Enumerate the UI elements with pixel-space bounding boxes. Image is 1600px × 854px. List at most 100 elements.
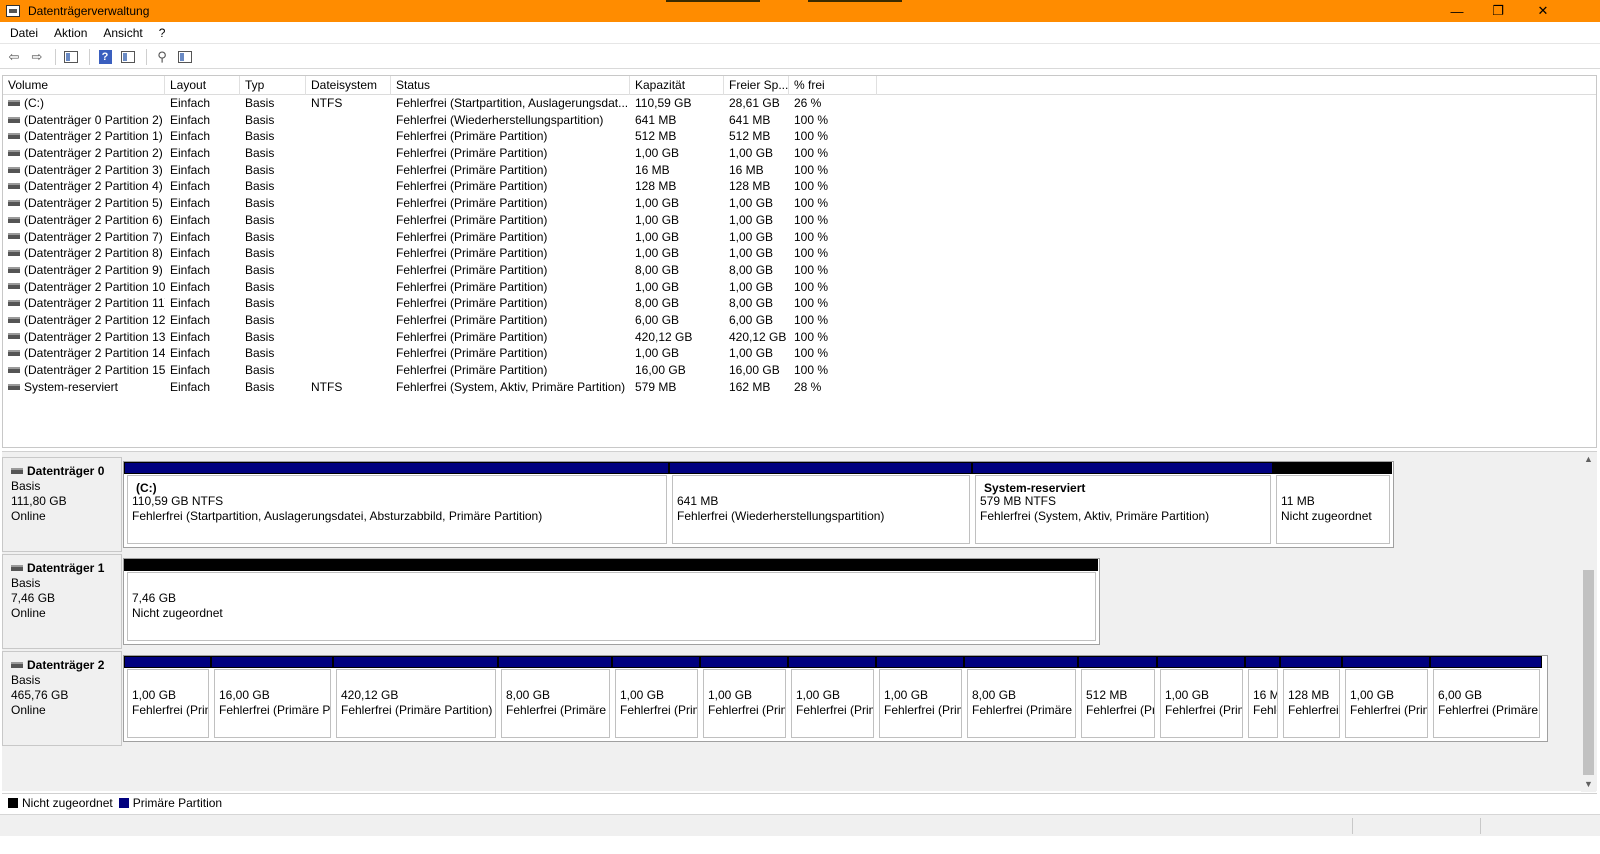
menu-help[interactable]: ?	[151, 26, 174, 40]
column-header-layout[interactable]: Layout	[165, 76, 240, 95]
table-cell: Basis	[240, 295, 306, 312]
partition-status: Fehlerfrei (Wiederherstellungspartition)	[677, 509, 885, 523]
column-header-capacity[interactable]: Kapazität	[630, 76, 724, 95]
show-hide-console-tree-button[interactable]	[61, 48, 81, 66]
table-row[interactable]: (Datenträger 2 Partition 6) Einfach Basis F…	[3, 212, 1596, 229]
cell-text: Einfach	[170, 162, 211, 177]
table-cell: 1,00 GB	[630, 229, 724, 246]
scroll-down-icon[interactable]: ▼	[1581, 777, 1596, 792]
table-row[interactable]: (Datenträger 2 Partition 3) Einfach Basis F…	[3, 162, 1596, 179]
table-row[interactable]: (Datenträger 2 Partition 8) Einfach Basis F…	[3, 245, 1596, 262]
disk-type: Basis	[11, 479, 41, 493]
disk-size: 465,76 GB	[11, 688, 69, 702]
table-row[interactable]: (Datenträger 2 Partition 1) Einfach Basis F…	[3, 128, 1596, 145]
table-cell: 28 %	[789, 379, 877, 396]
menu-file[interactable]: Datei	[0, 26, 46, 40]
cell-text: (Datenträger 2 Partition 11)	[24, 296, 165, 311]
scroll-up-icon[interactable]: ▲	[1581, 452, 1596, 467]
table-row[interactable]: (Datenträger 0 Partition 2) Einfach Basis F…	[3, 112, 1596, 129]
column-header-percent-free[interactable]: % frei	[789, 76, 877, 95]
partition-block[interactable]: 1,00 GBFehlerfrei (Primäre Partition)	[876, 656, 964, 741]
table-row[interactable]: (Datenträger 2 Partition 5) Einfach Basis F…	[3, 195, 1596, 212]
partition-block[interactable]: 1,00 GBFehlerfrei (Primäre Partition)	[1342, 656, 1430, 741]
table-cell: (Datenträger 2 Partition 14)	[3, 345, 165, 362]
table-row[interactable]: (Datenträger 2 Partition 15) Einfach Basis…	[3, 362, 1596, 379]
table-row[interactable]: (Datenträger 2 Partition 12) Einfach Basis…	[3, 312, 1596, 329]
cell-text: 1,00 GB	[729, 229, 774, 244]
table-row[interactable]: (C:) Einfach Basis NTFS Fehlerfrei (Startpar…	[3, 95, 1596, 112]
forward-button[interactable]: ⇨	[27, 48, 47, 66]
close-button[interactable]: ✕	[1520, 0, 1566, 22]
column-header-free-space[interactable]: Freier Sp...	[724, 76, 789, 95]
restore-button[interactable]: ❐	[1475, 0, 1521, 22]
partition-block[interactable]: 6,00 GBFehlerfrei (Primäre Partition)	[1430, 656, 1542, 741]
partition-block[interactable]: 1,00 GBFehlerfrei (Primäre Partition)	[1157, 656, 1245, 741]
table-row[interactable]: (Datenträger 2 Partition 14) Einfach Basis…	[3, 345, 1596, 362]
partition-block[interactable]: 8,00 GBFehlerfrei (Primäre Partition)	[964, 656, 1078, 741]
table-cell: 128 MB	[724, 178, 789, 195]
show-hide-action-pane-button[interactable]	[118, 48, 138, 66]
table-cell: 641 MB	[724, 112, 789, 129]
connect-virtual-disk-button[interactable]: ⚲	[152, 48, 172, 66]
volume-icon	[8, 383, 20, 390]
table-row[interactable]: (Datenträger 2 Partition 13) Einfach Basis…	[3, 329, 1596, 346]
volume-icon	[8, 250, 20, 257]
partition-size: 1,00 GB	[1165, 688, 1210, 702]
cell-text: Einfach	[170, 129, 211, 144]
partition-block[interactable]: 512 MBFehlerfrei (Primäre Partition)	[1078, 656, 1157, 741]
partition-block[interactable]: 1,00 GBFehlerfrei (Primäre Partition)	[124, 656, 211, 741]
table-cell: Fehlerfrei (Primäre Partition)	[391, 295, 630, 312]
partition-block[interactable]: 1,00 GBFehlerfrei (Primäre Partition)	[788, 656, 876, 741]
column-header-volume[interactable]: Volume	[3, 76, 165, 95]
cell-text: Basis	[245, 212, 275, 227]
table-row[interactable]: (Datenträger 2 Partition 9) Einfach Basis F…	[3, 262, 1596, 279]
vertical-scrollbar[interactable]: ▲ ▼	[1581, 452, 1596, 792]
partition-details: 128 MBFehlerfrei (Primäre Partition)	[1283, 669, 1340, 738]
help-button[interactable]: ?	[95, 48, 115, 66]
unallocated-space[interactable]: 11 MB Nicht zugeordnet	[1273, 462, 1392, 547]
properties-button[interactable]	[175, 48, 195, 66]
partition-block[interactable]: System-reserviert 579 MB NTFS Fehlerfrei (…	[972, 462, 1273, 547]
partition-block[interactable]: (C:) 110,59 GB NTFS Fehlerfrei (Startparti…	[124, 462, 669, 547]
unallocated-space[interactable]: 7,46 GB Nicht zugeordnet	[124, 559, 1098, 644]
partition-block[interactable]: 16 MBFehlerfrei (Primäre Partition)	[1245, 656, 1280, 741]
minimize-button[interactable]: —	[1434, 0, 1480, 22]
cell-text: 8,00 GB	[729, 262, 774, 277]
table-row[interactable]: System-reserviert Einfach Basis NTFS Fehlerf…	[3, 379, 1596, 396]
scrollbar-thumb[interactable]	[1583, 570, 1594, 775]
table-row[interactable]: (Datenträger 2 Partition 7) Einfach Basis F…	[3, 229, 1596, 246]
disk-label-2[interactable]: Datenträger 2 Basis 465,76 GB Online	[2, 651, 122, 746]
table-row[interactable]: (Datenträger 2 Partition 11) Einfach Basis…	[3, 295, 1596, 312]
partition-block[interactable]: 8,00 GBFehlerfrei (Primäre Partition)	[498, 656, 612, 741]
table-cell: Fehlerfrei (Wiederherstellungspartition)	[391, 112, 630, 129]
cell-text: 100 %	[794, 179, 829, 194]
partition-block[interactable]: 128 MBFehlerfrei (Primäre Partition)	[1280, 656, 1342, 741]
action-pane-icon	[121, 50, 135, 63]
table-cell: 100 %	[789, 345, 877, 362]
partition-block[interactable]: 420,12 GB Fehlerfrei (Primäre Partition)	[333, 656, 498, 741]
column-header-type[interactable]: Typ	[240, 76, 306, 95]
cell-text: Basis	[245, 162, 275, 177]
partition-type-strip	[1157, 656, 1245, 668]
table-row[interactable]: (Datenträger 2 Partition 4) Einfach Basis F…	[3, 178, 1596, 195]
disk-label-1[interactable]: Datenträger 1 Basis 7,46 GB Online	[2, 554, 122, 649]
partition-block[interactable]: 1,00 GBFehlerfrei (Primäre Partition)	[700, 656, 788, 741]
disk-label-0[interactable]: Datenträger 0 Basis 111,80 GB Online	[2, 457, 122, 552]
table-cell: 100 %	[789, 312, 877, 329]
partition-block[interactable]: 16,00 GBFehlerfrei (Primäre Partition)	[211, 656, 333, 741]
menu-view[interactable]: Ansicht	[95, 26, 150, 40]
table-cell: Fehlerfrei (Primäre Partition)	[391, 262, 630, 279]
partition-block[interactable]: 1,00 GBFehlerfrei (Primäre Partition)	[612, 656, 700, 741]
table-row[interactable]: (Datenträger 2 Partition 10) Einfach Basis…	[3, 279, 1596, 296]
table-cell: 16 MB	[724, 162, 789, 179]
table-cell: Basis	[240, 262, 306, 279]
table-cell: 1,00 GB	[724, 279, 789, 296]
column-header-status[interactable]: Status	[391, 76, 630, 95]
table-cell	[306, 229, 391, 246]
back-button[interactable]: ⇦	[4, 48, 24, 66]
column-header-filesystem[interactable]: Dateisystem	[306, 76, 391, 95]
table-cell	[306, 312, 391, 329]
partition-block[interactable]: 641 MB Fehlerfrei (Wiederherstellungspart…	[669, 462, 972, 547]
table-row[interactable]: (Datenträger 2 Partition 2) Einfach Basis F…	[3, 145, 1596, 162]
menu-action[interactable]: Aktion	[46, 26, 95, 40]
